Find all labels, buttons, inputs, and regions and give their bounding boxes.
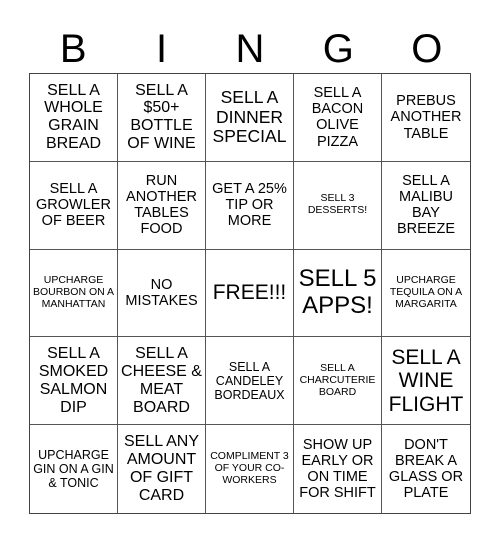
bingo-cell-r1-c4[interactable]: SELL A BACON OLIVE PIZZA xyxy=(294,74,382,162)
cell-text: SELL A WHOLE GRAIN BREAD xyxy=(44,81,103,153)
cell-text: UPCHARGE GIN ON A GIN & TONIC xyxy=(33,448,114,491)
bingo-cell-r3-c4[interactable]: SELL 5 APPS! xyxy=(294,249,382,338)
bingo-cell-r4-c1[interactable]: SELL A SMOKED SALMON DIP xyxy=(30,337,118,426)
cell-text: SELL A WINE FLIGHT xyxy=(388,345,464,416)
header-letter-b: B xyxy=(59,27,87,71)
cell-text: SELL A $50+ BOTTLE OF WINE xyxy=(127,81,196,153)
cell-text: SELL 5 APPS! xyxy=(298,265,377,319)
cell-text: UPCHARGE BOURBON ON A MANHATTAN xyxy=(32,274,115,310)
cell-text: PREBUS ANOTHER TABLE xyxy=(390,93,462,142)
cell-text: SELL A SMOKED SALMON DIP xyxy=(38,344,109,416)
cell-text: SELL 3 DESSERTS! xyxy=(307,192,368,217)
bingo-cell-r1-c3[interactable]: SELL A DINNER SPECIAL xyxy=(206,74,294,162)
header-letter-g: G xyxy=(322,27,354,71)
bingo-cell-r2-c3[interactable]: GET A 25% TIP OR MORE xyxy=(206,161,294,250)
bingo-cell-r2-c1[interactable]: SELL A GROWLER OF BEER xyxy=(30,161,118,250)
cell-text: NO MISTAKES xyxy=(125,276,198,309)
cell-text: COMPLIMENT 3 OF YOUR CO-WORKERS xyxy=(210,450,289,486)
bingo-cell-r1-c5[interactable]: PREBUS ANOTHER TABLE xyxy=(382,74,470,162)
bingo-cell-r5-c4[interactable]: SHOW UP EARLY OR ON TIME FOR SHIFT xyxy=(294,425,382,513)
cell-text: SELL A DINNER SPECIAL xyxy=(212,87,287,147)
header-letter-n: N xyxy=(235,27,265,71)
header-letter-o: O xyxy=(411,27,443,71)
bingo-cell-r3-c5[interactable]: UPCHARGE TEQUILA ON A MARGARITA xyxy=(382,250,470,338)
bingo-cell-r4-c2[interactable]: SELL A CHEESE & MEAT BOARD xyxy=(118,337,206,426)
bingo-cell-r5-c3[interactable]: COMPLIMENT 3 OF YOUR CO-WORKERS xyxy=(206,425,294,513)
cell-text: SELL A BACON OLIVE PIZZA xyxy=(311,84,364,150)
cell-text: SHOW UP EARLY OR ON TIME FOR SHIFT xyxy=(299,436,376,502)
bingo-cell-free[interactable]: FREE!!! xyxy=(206,249,294,338)
cell-text: SELL A CHARCUTERIE BOARD xyxy=(299,362,376,398)
cell-text: SELL ANY AMOUNT OF GIFT CARD xyxy=(123,433,199,504)
cell-text: SELL A CHEESE & MEAT BOARD xyxy=(121,344,202,416)
cell-text: UPCHARGE TEQUILA ON A MARGARITA xyxy=(389,274,463,310)
bingo-cell-r5-c2[interactable]: SELL ANY AMOUNT OF GIFT CARD xyxy=(118,425,206,513)
cell-text: GET A 25% TIP OR MORE xyxy=(212,180,287,230)
bingo-cell-r4-c5[interactable]: SELL A WINE FLIGHT xyxy=(382,337,470,426)
cell-text: SELL A MALIBU BAY BREEZE xyxy=(396,172,455,238)
cell-text: RUN ANOTHER TABLES FOOD xyxy=(126,172,197,238)
bingo-cell-r2-c4[interactable]: SELL 3 DESSERTS! xyxy=(294,161,382,250)
bingo-cell-r3-c2[interactable]: NO MISTAKES xyxy=(118,249,206,338)
bingo-cell-r1-c2[interactable]: SELL A $50+ BOTTLE OF WINE xyxy=(118,74,206,162)
bingo-cell-r5-c1[interactable]: UPCHARGE GIN ON A GIN & TONIC xyxy=(30,425,118,513)
cell-text: SELL A GROWLER OF BEER xyxy=(36,180,111,230)
cell-text: DON'T BREAK A GLASS OR PLATE xyxy=(388,436,464,502)
bingo-cell-r2-c2[interactable]: RUN ANOTHER TABLES FOOD xyxy=(118,161,206,250)
cell-text: FREE!!! xyxy=(212,281,287,305)
bingo-board: SELL A WHOLE GRAIN BREAD SELL A $50+ BOT… xyxy=(29,73,471,514)
bingo-header: B I N G O xyxy=(29,26,471,72)
bingo-cell-r5-c5[interactable]: DON'T BREAK A GLASS OR PLATE xyxy=(382,425,470,513)
bingo-cell-r4-c4[interactable]: SELL A CHARCUTERIE BOARD xyxy=(294,337,382,426)
cell-text: SELL A CANDELEY BORDEAUX xyxy=(214,359,285,402)
header-letter-i: I xyxy=(156,27,168,71)
bingo-cell-r2-c5[interactable]: SELL A MALIBU BAY BREEZE xyxy=(382,162,470,250)
bingo-cell-r4-c3[interactable]: SELL A CANDELEY BORDEAUX xyxy=(206,337,294,426)
bingo-cell-r1-c1[interactable]: SELL A WHOLE GRAIN BREAD xyxy=(30,74,118,162)
bingo-cell-r3-c1[interactable]: UPCHARGE BOURBON ON A MANHATTAN xyxy=(30,249,118,338)
